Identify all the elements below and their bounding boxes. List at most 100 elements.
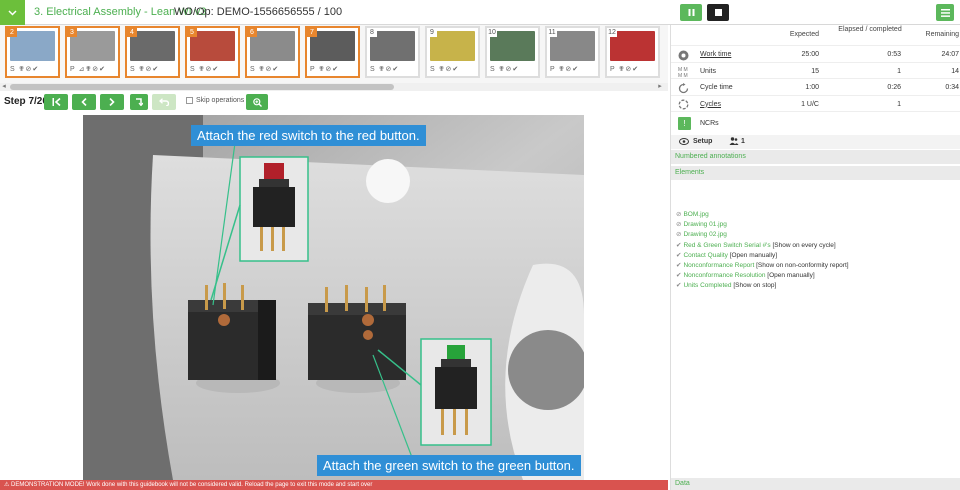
stat-label[interactable]: Work time <box>700 51 731 58</box>
next-step-button[interactable] <box>100 94 124 110</box>
stat-remaining: 24:07 <box>941 51 959 58</box>
thumbnail-number: 8 <box>367 28 377 37</box>
stat-expected: 15 <box>811 67 819 75</box>
skip-operations-checkbox[interactable] <box>186 97 193 104</box>
element-trigger: [Show on stop] <box>731 282 777 290</box>
element-item[interactable]: ⊘ Drawing 02.jpg <box>676 230 727 238</box>
check-icon: ✔ <box>676 262 682 269</box>
stop-button[interactable] <box>707 4 729 21</box>
stat-remaining: 14 <box>951 67 959 75</box>
attachment-icon: ⊘ <box>676 221 682 229</box>
operation-thumbnail[interactable]: 11 P ✟⊘✔ <box>545 26 600 78</box>
check-icon: ✔ <box>676 282 682 290</box>
operation-thumbnail[interactable]: 9 S ✟⊘✔ <box>425 26 480 78</box>
attachment-icon: ⊘ <box>676 231 682 239</box>
thumbnail-tags: S ✟⊘✔ <box>370 66 400 73</box>
skip-operations-toggle[interactable]: Skip operations <box>186 97 244 104</box>
stat-label[interactable]: Cycles <box>700 101 721 108</box>
work-instruction-image[interactable]: Attach the red switch to the red button.… <box>83 115 584 480</box>
element-item[interactable]: ✔ Nonconformance Resolution [Open manuall… <box>676 271 815 279</box>
setup-row[interactable]: Setup 1 <box>671 135 960 149</box>
thumbnail-number: 4 <box>127 28 137 37</box>
data-header[interactable]: Data <box>671 478 960 490</box>
element-name[interactable]: BOM.jpg <box>683 211 708 218</box>
operation-thumbnail[interactable]: 12 P ✟⊘✔ <box>605 26 660 78</box>
operation-thumbnail[interactable]: 4 S ✟⊘✔ <box>125 26 180 78</box>
jump-step-button[interactable] <box>130 94 148 110</box>
statistics-header: Expected Elapsed / completed Remaining <box>671 25 960 45</box>
operation-thumbnail[interactable]: 3 P ⊿✟⊘✔ <box>65 26 120 78</box>
element-item[interactable]: ✔ Nonconformance Report [Show on non-conf… <box>676 261 849 269</box>
operation-thumbnail[interactable]: 8 S ✟⊘✔ <box>365 26 420 78</box>
skip-operations-label: Skip operations <box>196 97 245 104</box>
element-name[interactable]: Red & Green Switch Serial #'s <box>683 242 770 249</box>
cycle-time-icon <box>678 82 688 93</box>
operation-thumbnail[interactable]: 2 S ✟⊘✔ <box>5 26 60 78</box>
thumbnail-tags: S ✟⊘✔ <box>130 66 160 73</box>
undo-icon <box>159 98 169 106</box>
element-name[interactable]: Contact Quality <box>683 252 727 259</box>
element-name[interactable]: Nonconformance Report <box>683 262 754 269</box>
switch-assembly-photo <box>83 115 584 480</box>
element-name[interactable]: Units Completed <box>683 282 731 289</box>
operation-thumbnail[interactable]: 6 S ✟⊘✔ <box>245 26 300 78</box>
element-name[interactable]: Nonconformance Resolution <box>683 272 765 279</box>
thumbnail-tags: P ✟⊘✔ <box>610 66 640 73</box>
stat-elapsed: 1 <box>897 100 901 108</box>
thumbnail-tags: S ✟⊘✔ <box>490 66 520 73</box>
thumbnail-tags: P ✟⊘✔ <box>310 66 340 73</box>
check-icon: ✔ <box>676 251 682 259</box>
operation-thumbnail[interactable]: 5 S ✟⊘✔ <box>185 26 240 78</box>
hamburger-icon <box>940 8 950 17</box>
ncr-row[interactable]: ! NCRs <box>671 111 960 135</box>
operation-thumbnail[interactable]: 7 P ✟⊘✔ <box>305 26 360 78</box>
chevron-right-icon <box>109 98 115 106</box>
element-trigger: [Show on non-conformity report] <box>754 262 849 269</box>
callout-green-switch: Attach the green switch to the green but… <box>317 455 581 476</box>
element-item[interactable]: ✔ Units Completed [Show on stop] <box>676 281 776 289</box>
work-time-icon <box>678 50 688 60</box>
thumbnail-number: 9 <box>427 28 437 37</box>
turn-arrow-icon <box>136 98 143 106</box>
right-panel: Expected Elapsed / completed Remaining W… <box>670 25 960 490</box>
callout-red-switch: Attach the red switch to the red button. <box>191 125 426 146</box>
scrollbar-thumb[interactable] <box>10 84 394 90</box>
users-icon <box>729 137 739 145</box>
top-bar: 3. Electrical Assembly - Lean WI v3 WO/O… <box>0 0 960 25</box>
scroll-right-icon[interactable]: ▸ <box>656 83 664 91</box>
thumbnail-number: 12 <box>607 28 617 37</box>
guide-dropdown-button[interactable] <box>0 0 25 25</box>
menu-button[interactable] <box>936 4 954 21</box>
element-item[interactable]: ⊘ Drawing 01.jpg <box>676 220 727 228</box>
thumbnail-number: 2 <box>7 28 17 37</box>
remaining-header: Remaining <box>925 31 959 38</box>
stat-expected: 1 U/C <box>801 100 819 108</box>
element-name[interactable]: Drawing 02.jpg <box>683 231 726 238</box>
operation-thumbnail[interactable]: 10 S ✟⊘✔ <box>485 26 540 78</box>
element-item[interactable]: ✔ Contact Quality [Open manually] <box>676 251 777 259</box>
chevron-left-icon <box>81 98 87 106</box>
thumbnail-tags: S ✟⊘✔ <box>250 66 280 73</box>
element-trigger: [Show on every cycle] <box>770 241 836 249</box>
zoom-in-icon <box>252 97 262 107</box>
scroll-left-icon[interactable]: ◂ <box>0 83 8 91</box>
thumbnail-number: 6 <box>247 28 257 37</box>
chevron-down-icon <box>8 9 17 16</box>
previous-step-button[interactable] <box>72 94 96 110</box>
element-name[interactable]: Drawing 01.jpg <box>683 221 726 228</box>
elements-header[interactable]: Elements <box>671 166 960 180</box>
wo-op-label: WO/Op: DEMO-1556656555 / 100 <box>174 6 343 18</box>
thumbnail-tags: S ✟⊘✔ <box>10 66 40 73</box>
pause-button[interactable] <box>680 4 702 21</box>
operation-thumbnail-strip: 2 S ✟⊘✔ 3 P ⊿✟⊘✔ 4 S ✟⊘✔ 5 S ✟⊘✔ 6 S ✟⊘✔ 7 P ✟⊘✔ 8 S … <box>0 25 668 83</box>
element-item[interactable]: ⊘ BOM.jpg <box>676 210 709 218</box>
undo-button[interactable] <box>152 94 176 110</box>
element-item[interactable]: ✔ Red & Green Switch Serial #'s [Show on … <box>676 241 836 249</box>
zoom-button[interactable] <box>246 94 268 110</box>
ncr-label: NCRs <box>700 120 719 127</box>
check-icon: ✔ <box>676 272 682 280</box>
thumbnail-number: 11 <box>547 28 557 37</box>
thumbnail-scrollbar[interactable]: ◂ ▸ <box>0 83 668 91</box>
first-step-button[interactable] <box>44 94 68 110</box>
numbered-annotations-header[interactable]: Numbered annotations <box>671 150 960 164</box>
